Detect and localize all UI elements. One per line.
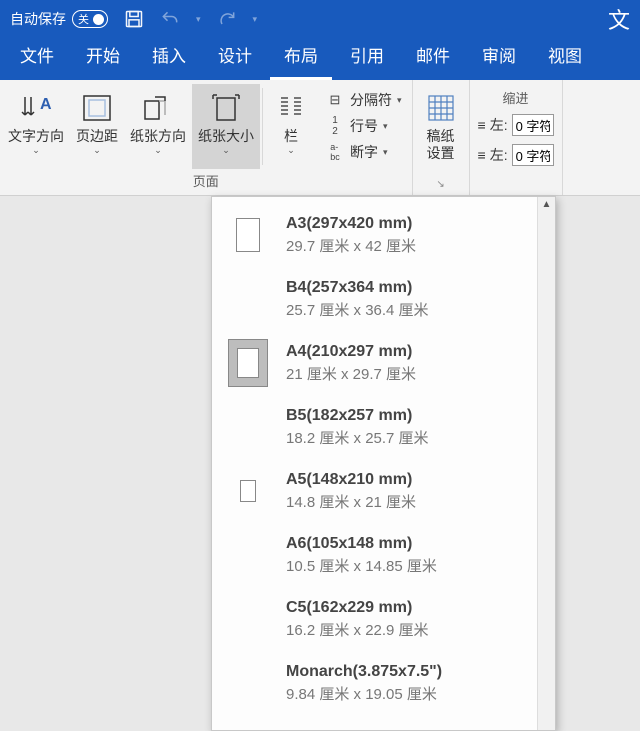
- tab-插入[interactable]: 插入: [138, 32, 200, 80]
- page-setup-group: A 文字方向 ⌄ 页边距 ⌄ 纸张方向 ⌄ 纸张大小 ⌄: [0, 80, 413, 195]
- chevron-down-icon: ⌄: [287, 145, 295, 156]
- paper-size-dims: 9.84 厘米 x 19.05 厘米: [286, 683, 527, 704]
- paper-size-dims: 16.2 厘米 x 22.9 厘米: [286, 619, 527, 640]
- scrollbar[interactable]: ▲: [537, 197, 555, 730]
- manuscript-group: 稿纸 设置 ↘: [413, 80, 470, 195]
- paper-size-item[interactable]: A4(210x297 mm) 21 厘米 x 29.7 厘米: [212, 331, 537, 395]
- paper-size-list: A3(297x420 mm) 29.7 厘米 x 42 厘米 B4(257x364 …: [212, 197, 537, 730]
- paper-thumb: [228, 467, 268, 515]
- ribbon: A 文字方向 ⌄ 页边距 ⌄ 纸张方向 ⌄ 纸张大小 ⌄: [0, 80, 640, 196]
- chevron-down-icon: ⌄: [93, 145, 101, 156]
- paper-size-item[interactable]: C5(162x229 mm) 16.2 厘米 x 22.9 厘米: [212, 587, 537, 651]
- paper-size-dims: 25.7 厘米 x 36.4 厘米: [286, 299, 527, 320]
- ribbon-tabs: 文件开始插入设计布局引用邮件审阅视图: [0, 38, 640, 80]
- paper-size-name: B4(257x364 mm): [286, 279, 527, 297]
- autosave-label: 自动保存: [10, 9, 66, 29]
- paper-size-button[interactable]: 纸张大小 ⌄: [192, 84, 260, 169]
- undo-icon[interactable]: [160, 9, 180, 29]
- paper-thumb: [228, 659, 268, 707]
- chevron-down-icon: ⌄: [32, 145, 40, 156]
- dialog-launcher-icon[interactable]: ↘: [436, 179, 444, 190]
- tab-审阅[interactable]: 审阅: [468, 32, 530, 80]
- paper-thumb: [228, 403, 268, 451]
- paper-size-name: C5(162x229 mm): [286, 599, 527, 617]
- paper-size-item[interactable]: A6(105x148 mm) 10.5 厘米 x 14.85 厘米: [212, 523, 537, 587]
- paper-size-dims: 21 厘米 x 29.7 厘米: [286, 363, 527, 384]
- tab-文件[interactable]: 文件: [6, 32, 68, 80]
- indent-left-row: ≡ 左:: [478, 114, 554, 136]
- tab-布局[interactable]: 布局: [270, 32, 332, 80]
- paper-size-name: A4(210x297 mm): [286, 343, 527, 361]
- indent-right-row: ≡ 左:: [478, 144, 554, 166]
- indent-right-input[interactable]: [512, 144, 554, 166]
- redo-icon[interactable]: [217, 9, 237, 29]
- qat-customize-icon[interactable]: ▾: [253, 14, 258, 25]
- page-setup-label: 页面: [2, 169, 410, 193]
- scroll-up-icon[interactable]: ▲: [538, 199, 555, 210]
- paper-size-name: A3(297x420 mm): [286, 215, 527, 233]
- paper-size-item[interactable]: Monarch(3.875x7.5") 9.84 厘米 x 19.05 厘米: [212, 651, 537, 715]
- paper-size-dims: 18.2 厘米 x 25.7 厘米: [286, 427, 527, 448]
- tab-设计[interactable]: 设计: [204, 32, 266, 80]
- toggle-knob: [93, 14, 104, 25]
- paper-size-dropdown: A3(297x420 mm) 29.7 厘米 x 42 厘米 B4(257x364 …: [211, 196, 556, 731]
- breaks-button[interactable]: ⊟分隔符▾: [323, 88, 404, 112]
- paper-size-item[interactable]: 10号信封(4.125x9.5"): [212, 715, 537, 730]
- title-text-partial: 文: [608, 3, 630, 35]
- paper-size-item[interactable]: A3(297x420 mm) 29.7 厘米 x 42 厘米: [212, 203, 537, 267]
- svg-text:A: A: [40, 96, 52, 113]
- paper-thumb: [228, 211, 268, 259]
- paper-size-dims: 29.7 厘米 x 42 厘米: [286, 235, 527, 256]
- tab-邮件[interactable]: 邮件: [402, 32, 464, 80]
- chevron-down-icon: ⌄: [154, 145, 162, 156]
- paper-size-item[interactable]: A5(148x210 mm) 14.8 厘米 x 21 厘米: [212, 459, 537, 523]
- indent-left-icon: ≡: [478, 117, 486, 133]
- toggle-switch[interactable]: 关: [72, 10, 108, 28]
- paper-thumb: [228, 595, 268, 643]
- chevron-down-icon: ⌄: [222, 145, 230, 156]
- line-numbers-button[interactable]: 12行号▾: [323, 114, 404, 138]
- orientation-button[interactable]: 纸张方向 ⌄: [124, 84, 192, 169]
- save-icon[interactable]: [124, 9, 144, 29]
- text-direction-button[interactable]: A 文字方向 ⌄: [2, 84, 70, 169]
- tab-视图[interactable]: 视图: [534, 32, 596, 80]
- toggle-state: 关: [78, 11, 89, 27]
- quick-access-toolbar: ▾ ▾: [124, 9, 257, 29]
- paper-thumb: [228, 723, 268, 730]
- paper-thumb: [228, 531, 268, 579]
- indent-right-icon: ≡: [478, 147, 486, 163]
- paper-size-name: A6(105x148 mm): [286, 535, 527, 553]
- undo-dropdown-icon[interactable]: ▾: [196, 14, 201, 25]
- paper-size-dims: 10.5 厘米 x 14.85 厘米: [286, 555, 527, 576]
- paper-thumb: [228, 275, 268, 323]
- tab-引用[interactable]: 引用: [336, 32, 398, 80]
- indent-left-input[interactable]: [512, 114, 554, 136]
- hyphenation-button[interactable]: a-bc断字▾: [323, 140, 404, 164]
- paper-size-item[interactable]: B4(257x364 mm) 25.7 厘米 x 36.4 厘米: [212, 267, 537, 331]
- paper-size-dims: 14.8 厘米 x 21 厘米: [286, 491, 527, 512]
- paper-size-name: B5(182x257 mm): [286, 407, 527, 425]
- paper-size-item[interactable]: B5(182x257 mm) 18.2 厘米 x 25.7 厘米: [212, 395, 537, 459]
- manuscript-label: 稿纸 设置: [427, 128, 455, 162]
- margins-button[interactable]: 页边距 ⌄: [70, 84, 124, 169]
- tab-开始[interactable]: 开始: [72, 32, 134, 80]
- paper-size-name: Monarch(3.875x7.5"): [286, 663, 527, 681]
- paper-thumb: [228, 339, 268, 387]
- autosave-toggle[interactable]: 自动保存 关: [10, 9, 108, 29]
- indent-group: 缩进 ≡ 左: ≡ 左:: [470, 80, 563, 195]
- columns-button[interactable]: 栏 ⌄: [265, 84, 317, 169]
- manuscript-button[interactable]: 稿纸 设置: [415, 84, 467, 177]
- paper-size-name: A5(148x210 mm): [286, 471, 527, 489]
